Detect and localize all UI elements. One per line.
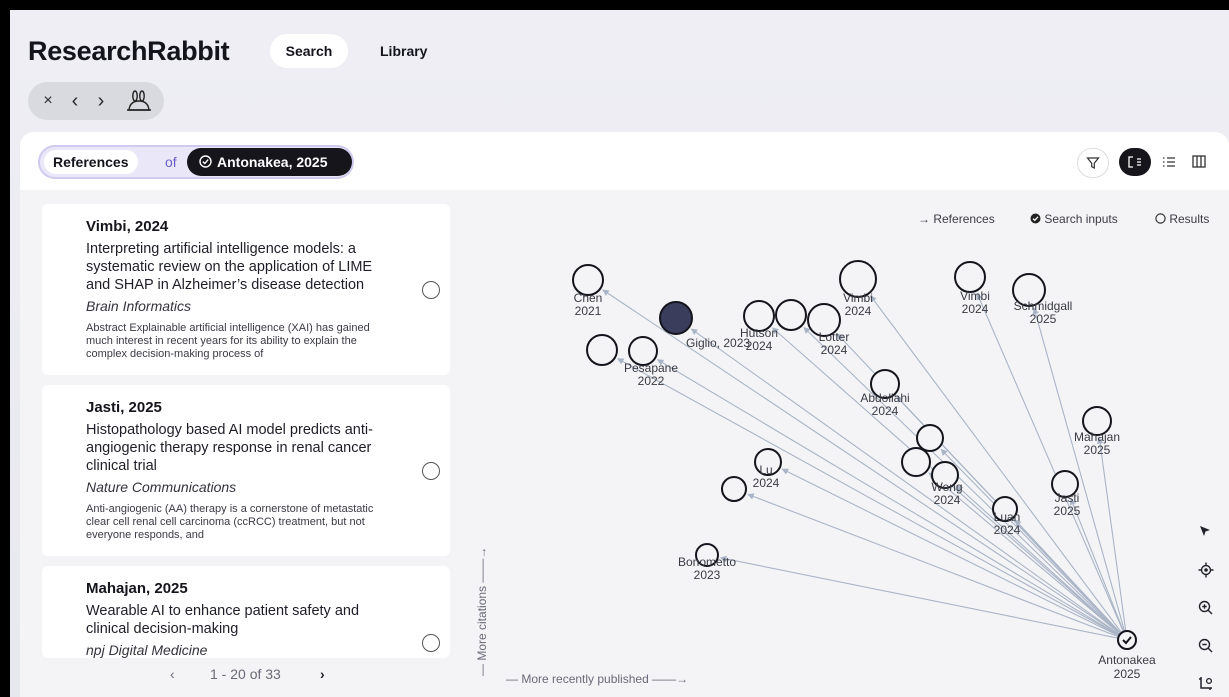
paper-node[interactable]: Luan2024 [992,496,1021,537]
paper-node-name: Weng [931,480,962,494]
paper-node-name: Mahajan [1074,430,1120,444]
rabbit-icon[interactable] [122,82,156,120]
paper-node-name: Luan [994,510,1021,524]
paper-node-circle[interactable] [954,261,986,293]
paper-node[interactable] [901,447,931,477]
paper-node[interactable]: Vimbi2024 [954,261,990,316]
paper-node[interactable] [775,299,807,331]
paper-node-name: Vimbi [843,291,873,305]
paper-node-year: 2025 [1084,443,1111,457]
paper-node-name: Hutson [740,326,778,340]
paper-node-name: Vimbi [960,289,990,303]
nav-library-button[interactable]: Library [380,34,427,68]
paper-node-year: 2024 [934,493,961,507]
seed-paper-node[interactable]: Antonakea2025 [1098,630,1156,681]
paper-node-name: Lu [759,463,772,477]
paper-node-name: Pesapane [624,361,678,375]
paper-node-name: Chen [574,291,603,305]
results-panel: References of Antonakea, 2025 Vimbi, 202… [20,132,1229,697]
paper-node-year: 2024 [746,339,773,353]
close-icon[interactable]: × [38,82,58,120]
paper-node[interactable]: Jasti2025 [1051,470,1081,518]
seed-node-year: 2025 [1114,667,1141,681]
paper-node-year: 2025 [1054,504,1081,518]
paper-node[interactable]: Chen2021 [572,264,604,318]
paper-node[interactable]: Giglio, 2023 [659,301,750,350]
paper-node-year: 2024 [821,343,848,357]
pointer-icon[interactable] [1198,524,1212,542]
y-axis-label: — More citations ——→ [475,546,489,676]
reference-edge [976,292,1128,641]
y-axis-text: More citations [475,585,489,661]
fit-layout-icon[interactable] [1198,676,1214,696]
paper-node-circle[interactable] [775,299,807,331]
paper-node-name: Lotter [819,330,850,344]
paper-node-year: 2024 [872,404,899,418]
paper-node-circle[interactable] [659,301,693,335]
zoom-out-icon[interactable] [1198,638,1213,657]
paper-node[interactable]: Abdollahi2024 [860,369,910,418]
paper-node[interactable]: Weng2024 [931,461,963,507]
paper-node-circle[interactable] [586,334,618,366]
paper-node[interactable]: Mahajan2025 [1074,406,1120,457]
paper-node-circle[interactable] [721,476,747,502]
paper-node[interactable]: Hutson2024 [740,300,778,353]
paper-node-year: 2024 [994,523,1021,537]
paper-node[interactable]: Lu2024 [753,448,782,490]
reference-edge [940,448,1128,641]
paper-node-name: Bonometto [678,555,736,569]
paper-node[interactable]: Lotter2024 [807,303,850,357]
zoom-in-icon[interactable] [1198,600,1213,619]
app-window: ResearchRabbit Search Library × ‹ › Refe… [10,10,1229,697]
paper-node-year: 2024 [962,302,989,316]
paper-node[interactable]: Bonometto2023 [678,543,736,582]
back-icon[interactable]: ‹ [66,82,84,120]
reference-edge [956,485,1128,641]
citation-graph[interactable]: Chen2021Giglio, 2023Pesapane2022Hutson20… [20,132,1229,697]
app-logo: ResearchRabbit [28,36,230,66]
paper-node-name: Abdollahi [860,391,909,405]
paper-node-name: Jasti [1055,491,1080,505]
nav-search-button[interactable]: Search [270,34,348,68]
paper-node-year: 2024 [845,304,872,318]
paper-node-year: 2022 [638,374,665,388]
x-axis-text: More recently published [521,672,649,686]
paper-node-name: Schmidgall [1014,299,1073,313]
paper-node[interactable]: Vimbi2024 [839,260,877,318]
paper-node[interactable] [721,476,747,502]
locate-icon[interactable] [1198,562,1214,582]
seed-node-circle[interactable] [1117,630,1137,650]
forward-icon[interactable]: › [92,82,110,120]
paper-node[interactable] [916,424,944,452]
paper-node[interactable] [586,334,618,366]
paper-node-circle[interactable] [916,424,944,452]
paper-node-year: 2024 [753,476,780,490]
paper-node[interactable]: Pesapane2022 [624,336,678,388]
paper-node-circle[interactable] [901,447,931,477]
reference-edge [1096,437,1128,641]
paper-node-year: 2023 [694,568,721,582]
paper-node[interactable]: Schmidgall2025 [1012,273,1073,326]
x-axis-label: — More recently published ——→ [506,672,689,686]
reference-edge [1069,498,1128,641]
seed-node-name: Antonakea [1098,653,1156,667]
paper-node-year: 2025 [1030,312,1057,326]
history-bar: × ‹ › [28,82,164,120]
paper-node-year: 2021 [575,304,602,318]
